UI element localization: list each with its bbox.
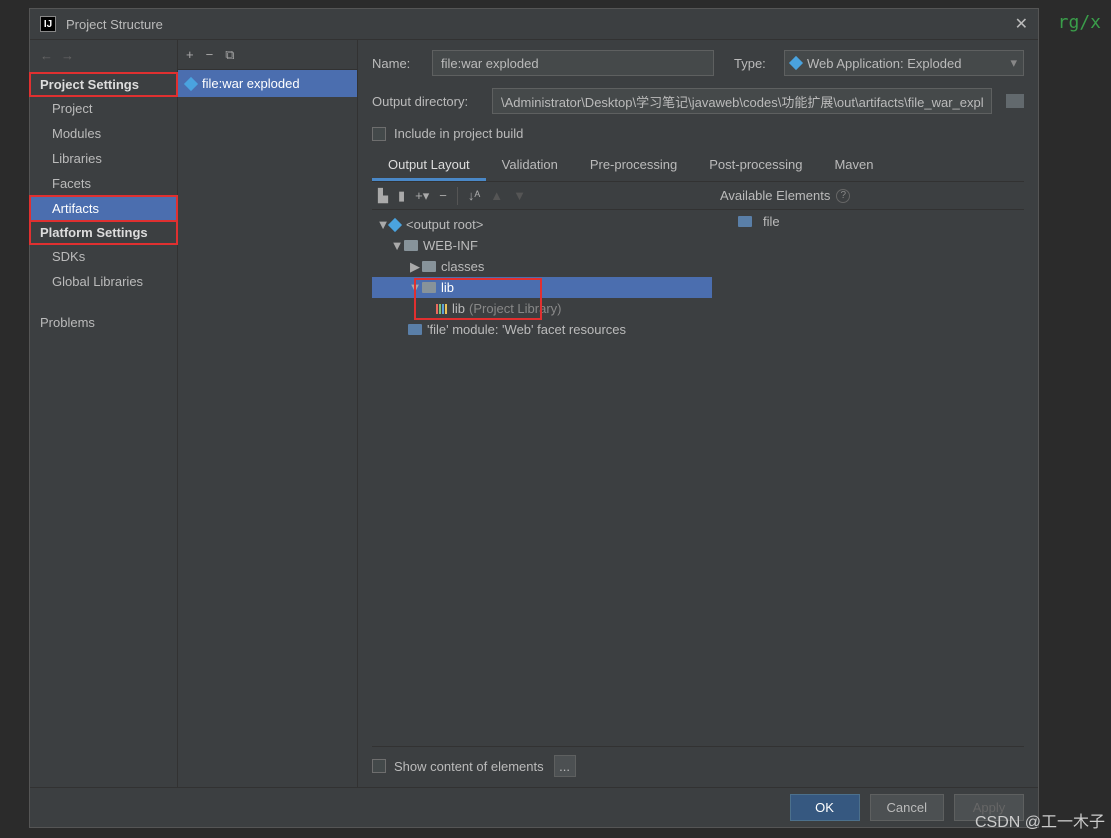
folder-icon: [404, 240, 418, 251]
show-content-label: Show content of elements: [394, 759, 544, 774]
sidebar-item-artifacts[interactable]: Artifacts: [30, 196, 177, 221]
tree-remove-icon[interactable]: −: [439, 188, 447, 203]
available-elements-panel: Available Elements ? file: [712, 182, 1024, 746]
folder-icon: [422, 282, 436, 293]
tree-add-icon[interactable]: +▾: [415, 188, 429, 204]
window-title: Project Structure: [66, 17, 163, 32]
tree-classes-label: classes: [441, 259, 484, 274]
project-structure-dialog: IJ Project Structure ✕ ← → Project Setti…: [29, 8, 1039, 828]
available-elements-label: Available Elements: [720, 188, 830, 203]
sidebar-item-facets[interactable]: Facets: [30, 171, 177, 196]
section-project-settings: Project Settings: [30, 73, 177, 96]
background-editor-text: rg/x: [1058, 12, 1101, 33]
include-build-checkbox[interactable]: [372, 127, 386, 141]
apply-button[interactable]: Apply: [954, 794, 1024, 821]
copy-icon[interactable]: ⧉: [225, 47, 234, 63]
folder-icon: [422, 261, 436, 272]
tree-lib-label: lib: [441, 280, 454, 295]
sort-icon[interactable]: ↓ᴬ: [468, 188, 480, 203]
move-up-icon: ▲: [490, 188, 503, 203]
sidebar-item-sdks[interactable]: SDKs: [30, 244, 177, 269]
nav-back-icon[interactable]: ←: [40, 48, 53, 63]
new-file-icon[interactable]: ▮: [398, 188, 405, 204]
sidebar-item-project[interactable]: Project: [30, 96, 177, 121]
add-icon[interactable]: +: [186, 47, 194, 62]
browse-folder-icon[interactable]: [1006, 94, 1024, 108]
tree-facet-label: 'file' module: 'Web' facet resources: [427, 322, 626, 337]
output-tree-panel: ▙ ▮ +▾ − ↓ᴬ ▲ ▼ ▼ <output root>: [372, 182, 712, 746]
artifact-type-icon: [184, 76, 198, 90]
tab-output-layout[interactable]: Output Layout: [372, 151, 486, 181]
type-icon: [789, 56, 803, 70]
tree-lib-entry-label: lib: [452, 301, 465, 316]
sidebar-item-problems[interactable]: Problems: [30, 310, 177, 335]
tabs: Output Layout Validation Pre-processing …: [372, 151, 1024, 182]
tab-validation[interactable]: Validation: [486, 151, 574, 181]
dialog-footer: OK Cancel Apply: [30, 787, 1038, 827]
titlebar: IJ Project Structure ✕: [30, 9, 1038, 39]
type-label: Type:: [734, 56, 774, 71]
artifact-item[interactable]: file:war exploded: [178, 70, 357, 97]
expand-icon[interactable]: ▼: [408, 280, 422, 295]
nav-forward-icon[interactable]: →: [61, 48, 74, 63]
sidebar-item-modules[interactable]: Modules: [30, 121, 177, 146]
type-value: Web Application: Exploded: [807, 56, 961, 71]
sidebar-item-libraries[interactable]: Libraries: [30, 146, 177, 171]
name-input[interactable]: [432, 50, 714, 76]
tab-postprocessing[interactable]: Post-processing: [693, 151, 818, 181]
expand-icon[interactable]: ▼: [390, 238, 404, 253]
app-icon: IJ: [40, 16, 56, 32]
available-item[interactable]: file: [712, 210, 1024, 233]
artifact-item-label: file:war exploded: [202, 76, 300, 91]
cancel-button[interactable]: Cancel: [870, 794, 944, 821]
artifact-list-panel: + − ⧉ file:war exploded: [178, 40, 358, 787]
main-panel: Name: Type: Web Application: Exploded ▾ …: [358, 40, 1038, 787]
chevron-down-icon: ▾: [1010, 55, 1017, 71]
tree-webinf-label: WEB-INF: [423, 238, 478, 253]
web-facet-icon: [408, 324, 422, 335]
expand-icon[interactable]: ▶: [408, 259, 422, 275]
outdir-input[interactable]: [492, 88, 992, 114]
output-tree[interactable]: ▼ <output root> ▼ WEB-INF ▶ class: [372, 210, 712, 746]
library-icon: [436, 304, 447, 314]
outdir-label: Output directory:: [372, 94, 482, 109]
show-content-options-button[interactable]: ...: [554, 755, 576, 777]
name-label: Name:: [372, 56, 422, 71]
module-icon: [738, 216, 752, 227]
root-icon: [388, 217, 402, 231]
show-content-checkbox[interactable]: [372, 759, 386, 773]
new-folder-icon[interactable]: ▙: [378, 188, 388, 204]
include-build-label: Include in project build: [394, 126, 523, 141]
tree-lib-entry-suffix: (Project Library): [469, 301, 561, 316]
remove-icon[interactable]: −: [206, 47, 214, 62]
sidebar-item-global-libraries[interactable]: Global Libraries: [30, 269, 177, 294]
close-icon[interactable]: ✕: [1015, 14, 1028, 34]
tab-preprocessing[interactable]: Pre-processing: [574, 151, 693, 181]
available-item-label: file: [763, 214, 780, 229]
tab-maven[interactable]: Maven: [818, 151, 889, 181]
move-down-icon: ▼: [513, 188, 526, 203]
sidebar: ← → Project Settings Project Modules Lib…: [30, 40, 178, 787]
tree-root-label: <output root>: [406, 217, 483, 232]
help-icon[interactable]: ?: [836, 189, 850, 203]
section-platform-settings: Platform Settings: [30, 221, 177, 244]
type-combo[interactable]: Web Application: Exploded ▾: [784, 50, 1024, 76]
ok-button[interactable]: OK: [790, 794, 860, 821]
